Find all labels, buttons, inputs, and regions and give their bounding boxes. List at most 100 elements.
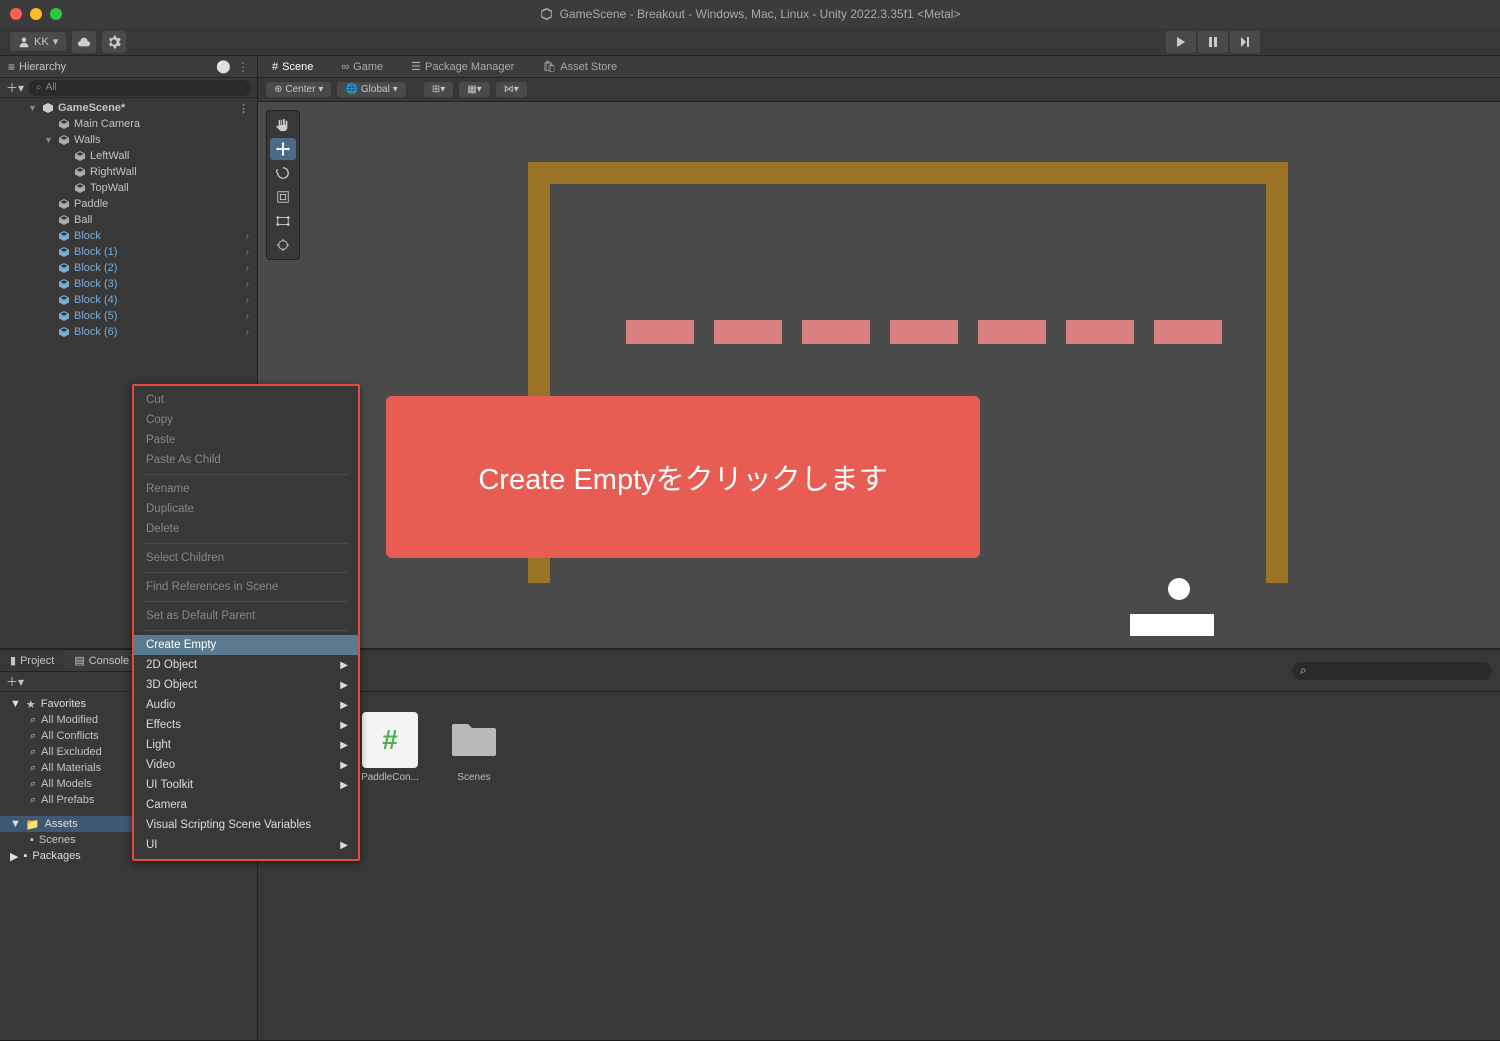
- hierarchy-item[interactable]: Ball: [0, 212, 257, 228]
- expand-arrow-icon[interactable]: ▶: [10, 850, 18, 863]
- tab-asset-store[interactable]: 🛍Asset Store: [536, 60, 623, 73]
- chevron-right-icon[interactable]: ›: [246, 327, 249, 338]
- ctx-ui[interactable]: UI▶: [134, 835, 358, 855]
- ctx-camera[interactable]: Camera: [134, 795, 358, 815]
- hierarchy-item[interactable]: Block›: [0, 228, 257, 244]
- chevron-right-icon: ▶: [340, 660, 348, 671]
- menu-icon[interactable]: ⋮: [237, 60, 249, 74]
- asset-grid[interactable]: BounceMa... # PaddleCon... Scenes: [258, 692, 1500, 1040]
- hierarchy-item[interactable]: Block (1)›: [0, 244, 257, 260]
- settings-button[interactable]: [102, 31, 126, 53]
- ctx-rename[interactable]: Rename: [134, 479, 358, 499]
- hierarchy-item[interactable]: Block (6)›: [0, 324, 257, 340]
- ctx-effects[interactable]: Effects▶: [134, 715, 358, 735]
- expand-arrow-icon[interactable]: ▼: [10, 818, 21, 830]
- tab-game[interactable]: ∞Game: [335, 61, 389, 73]
- hierarchy-search[interactable]: ⌕ All: [28, 80, 251, 96]
- lock-icon[interactable]: ⚪: [216, 60, 231, 74]
- chevron-down-icon: ▾: [393, 84, 398, 95]
- item-name: RightWall: [90, 166, 137, 178]
- cloud-button[interactable]: [72, 31, 96, 53]
- play-button[interactable]: [1166, 31, 1196, 53]
- chevron-right-icon[interactable]: ›: [246, 263, 249, 274]
- item-name: LeftWall: [90, 150, 129, 162]
- space-dropdown[interactable]: 🌐Global▾: [337, 82, 405, 97]
- store-tab-icon: 🛍: [542, 60, 556, 73]
- center-icon: ⊕: [274, 84, 282, 95]
- ctx-ui-toolkit[interactable]: UI Toolkit▶: [134, 775, 358, 795]
- ctx-find-references[interactable]: Find References in Scene: [134, 577, 358, 597]
- ctx-3d-object[interactable]: 3D Object▶: [134, 675, 358, 695]
- asset-paddle-controller[interactable]: # PaddleCon...: [358, 712, 422, 783]
- ctx-copy[interactable]: Copy: [134, 410, 358, 430]
- hierarchy-item[interactable]: Main Camera: [0, 116, 257, 132]
- hierarchy-item[interactable]: Block (3)›: [0, 276, 257, 292]
- hierarchy-item[interactable]: Block (2)›: [0, 260, 257, 276]
- ctx-audio[interactable]: Audio▶: [134, 695, 358, 715]
- tab-console[interactable]: ▤Console: [64, 650, 139, 671]
- chevron-right-icon[interactable]: ›: [246, 247, 249, 258]
- scale-tool[interactable]: [270, 186, 296, 208]
- scene-root[interactable]: ▼ GameScene* ⋮: [0, 100, 257, 116]
- ctx-paste-as-child[interactable]: Paste As Child: [134, 450, 358, 470]
- maximize-window-icon[interactable]: [50, 8, 62, 20]
- hand-tool[interactable]: [270, 114, 296, 136]
- project-create-dropdown[interactable]: ＋▾: [6, 673, 24, 690]
- hierarchy-item[interactable]: TopWall: [0, 180, 257, 196]
- ctx-visual-scripting[interactable]: Visual Scripting Scene Variables: [134, 815, 358, 835]
- brick: [978, 320, 1046, 344]
- tab-package-manager[interactable]: ☰Package Manager: [405, 60, 520, 73]
- snap-toggle[interactable]: ⊞▾: [424, 82, 453, 97]
- ctx-duplicate[interactable]: Duplicate: [134, 499, 358, 519]
- hierarchy-item[interactable]: Block (4)›: [0, 292, 257, 308]
- tab-project[interactable]: ▮Project: [0, 650, 64, 671]
- move-tool[interactable]: [270, 138, 296, 160]
- step-button[interactable]: [1230, 31, 1260, 53]
- rect-tool[interactable]: [270, 210, 296, 232]
- expand-arrow-icon[interactable]: ▼: [44, 135, 54, 145]
- hierarchy-item[interactable]: Block (5)›: [0, 308, 257, 324]
- scene-menu-icon[interactable]: ⋮: [238, 102, 249, 115]
- ctx-set-default-parent[interactable]: Set as Default Parent: [134, 606, 358, 626]
- grid-toggle[interactable]: ▦▾: [459, 82, 489, 97]
- transform-tool[interactable]: [270, 234, 296, 256]
- hierarchy-item[interactable]: LeftWall: [0, 148, 257, 164]
- chevron-right-icon[interactable]: ›: [246, 311, 249, 322]
- minimize-window-icon[interactable]: [30, 8, 42, 20]
- ctx-2d-object[interactable]: 2D Object▶: [134, 655, 358, 675]
- pause-button[interactable]: [1198, 31, 1228, 53]
- expand-arrow-icon[interactable]: ▼: [28, 103, 38, 113]
- snap-settings[interactable]: ⋈▾: [496, 82, 527, 97]
- chevron-right-icon[interactable]: ›: [246, 279, 249, 290]
- separator: [144, 543, 348, 544]
- scene-viewport[interactable]: [258, 102, 1500, 648]
- search-icon: ⌕: [30, 746, 36, 759]
- pivot-dropdown[interactable]: ⊕Center▾: [266, 82, 331, 97]
- ctx-delete[interactable]: Delete: [134, 519, 358, 539]
- project-search[interactable]: ⌕: [1292, 662, 1492, 680]
- close-window-icon[interactable]: [10, 8, 22, 20]
- chevron-down-icon: ▾: [53, 35, 59, 48]
- chevron-right-icon[interactable]: ›: [246, 295, 249, 306]
- transform-icon: [276, 238, 290, 252]
- brick: [626, 320, 694, 344]
- brick: [714, 320, 782, 344]
- ctx-select-children[interactable]: Select Children: [134, 548, 358, 568]
- expand-arrow-icon[interactable]: ▼: [10, 698, 21, 710]
- ctx-video[interactable]: Video▶: [134, 755, 358, 775]
- hierarchy-item[interactable]: RightWall: [0, 164, 257, 180]
- hierarchy-toolbar: ＋▾ ⌕ All: [0, 78, 257, 98]
- account-button[interactable]: KK ▾: [10, 32, 66, 51]
- chevron-right-icon[interactable]: ›: [246, 231, 249, 242]
- create-dropdown[interactable]: ＋▾: [6, 79, 24, 96]
- hierarchy-item[interactable]: Paddle: [0, 196, 257, 212]
- ctx-paste[interactable]: Paste: [134, 430, 358, 450]
- tab-scene[interactable]: #Scene: [266, 61, 319, 73]
- rotate-tool[interactable]: [270, 162, 296, 184]
- ctx-cut[interactable]: Cut: [134, 390, 358, 410]
- ctx-create-empty[interactable]: Create Empty: [134, 635, 358, 655]
- ctx-light[interactable]: Light▶: [134, 735, 358, 755]
- hierarchy-item[interactable]: ▼Walls: [0, 132, 257, 148]
- asset-scenes-folder[interactable]: Scenes: [442, 712, 506, 783]
- chevron-right-icon: ▶: [340, 680, 348, 691]
